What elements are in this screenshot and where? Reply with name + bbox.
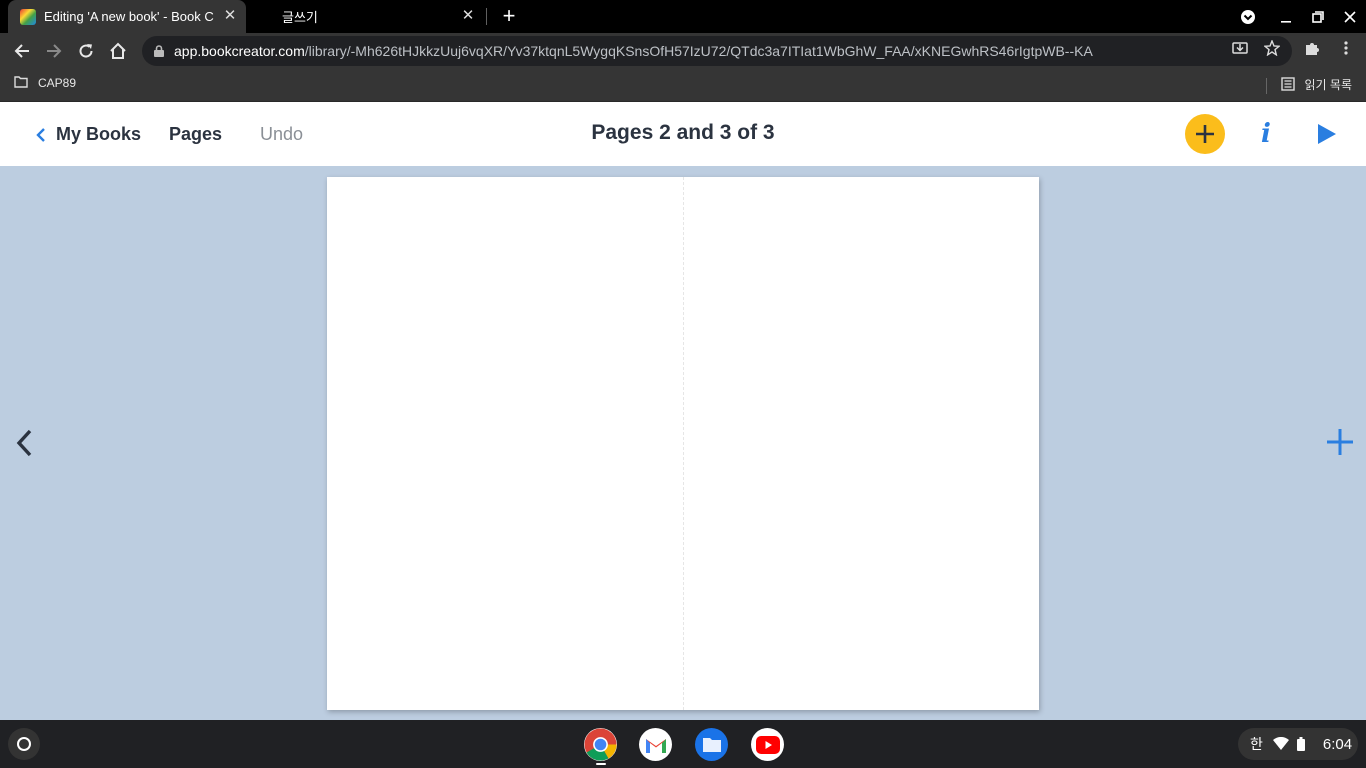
- info-icon[interactable]: i: [1252, 118, 1280, 150]
- address-bar[interactable]: app.bookcreator.com/library/-Mh626tHJkkz…: [142, 36, 1292, 66]
- reading-list-icon: [1280, 76, 1297, 93]
- reload-icon[interactable]: [72, 37, 100, 65]
- tab-search-icon[interactable]: [1237, 6, 1259, 28]
- chevron-left-icon[interactable]: [34, 126, 48, 144]
- gmail-icon[interactable]: [639, 728, 672, 761]
- browser-toolbar: app.bookcreator.com/library/-Mh626tHJkkz…: [0, 33, 1366, 69]
- book-creator-favicon-icon: [20, 8, 36, 25]
- tab-divider: [486, 8, 487, 25]
- chrome-icon[interactable]: [584, 728, 617, 761]
- page-spread: [327, 177, 1039, 710]
- bookmark-label: CAP89: [38, 76, 77, 90]
- battery-icon: [1296, 737, 1305, 751]
- wifi-icon: [1272, 737, 1289, 750]
- launcher-button[interactable]: [8, 728, 40, 760]
- my-books-button[interactable]: My Books: [56, 124, 141, 145]
- new-tab-plus-icon[interactable]: +: [498, 4, 520, 28]
- editor-canvas: [0, 166, 1366, 720]
- bookmarks-bar: CAP89 읽기 목록: [0, 69, 1366, 102]
- tab-title: Editing 'A new book' - Book Creator: [44, 9, 214, 24]
- tab-title: 글쓰기: [282, 10, 318, 25]
- bookmark-star-icon[interactable]: [1263, 39, 1281, 57]
- close-icon[interactable]: ✕: [222, 8, 238, 24]
- youtube-icon[interactable]: [751, 728, 784, 761]
- close-window-icon[interactable]: [1339, 6, 1361, 28]
- browser-tab-strip: Editing 'A new book' - Book Creator ✕ 글쓰…: [0, 0, 1366, 33]
- close-icon[interactable]: ✕: [460, 8, 476, 24]
- os-shelf: 한 6:04: [0, 720, 1366, 768]
- undo-button[interactable]: Undo: [260, 124, 303, 145]
- url-text: app.bookcreator.com/library/-Mh626tHJkkz…: [174, 43, 1214, 59]
- home-icon[interactable]: [104, 37, 132, 65]
- extensions-puzzle-icon[interactable]: [1304, 40, 1320, 56]
- install-app-icon[interactable]: [1232, 40, 1248, 56]
- add-content-button[interactable]: [1185, 114, 1225, 154]
- forward-arrow-icon[interactable]: [40, 37, 68, 65]
- editor-header: My Books Pages Undo Pages 2 and 3 of 3 i: [0, 102, 1366, 166]
- bookmarks-divider: [1266, 78, 1267, 94]
- clock: 6:04: [1322, 735, 1353, 753]
- launcher-circle-icon: [17, 737, 31, 751]
- page-2[interactable]: [327, 177, 683, 710]
- status-tray[interactable]: 한 6:04: [1238, 728, 1358, 760]
- pages-button[interactable]: Pages: [169, 124, 222, 145]
- plus-icon[interactable]: [1324, 426, 1356, 458]
- minimize-icon[interactable]: [1275, 6, 1297, 28]
- plus-icon: [1196, 125, 1214, 143]
- reading-list-button[interactable]: 읽기 목록: [1280, 76, 1353, 93]
- input-method-indicator: 한: [1250, 736, 1263, 752]
- restore-icon[interactable]: [1307, 6, 1329, 28]
- files-icon[interactable]: [695, 728, 728, 761]
- page-3[interactable]: [683, 177, 1039, 710]
- folder-icon: [14, 76, 30, 90]
- running-indicator: [596, 763, 606, 765]
- url-host: app.bookcreator.com: [174, 43, 305, 59]
- back-arrow-icon[interactable]: [8, 37, 36, 65]
- kebab-menu-icon[interactable]: [1338, 40, 1354, 56]
- reading-list-label: 읽기 목록: [1304, 78, 1353, 92]
- tab-book-creator[interactable]: Editing 'A new book' - Book Creator ✕: [8, 0, 246, 33]
- play-icon[interactable]: [1312, 120, 1340, 148]
- bookmark-folder-cap89[interactable]: CAP89: [14, 76, 76, 90]
- lock-icon: [152, 44, 166, 58]
- chevron-left-icon[interactable]: [10, 426, 40, 460]
- tab-writing[interactable]: 글쓰기 ✕: [262, 0, 484, 33]
- url-path: /library/-Mh626tHJkkzUuj6vqXR/Yv37ktqnL5…: [304, 43, 1093, 59]
